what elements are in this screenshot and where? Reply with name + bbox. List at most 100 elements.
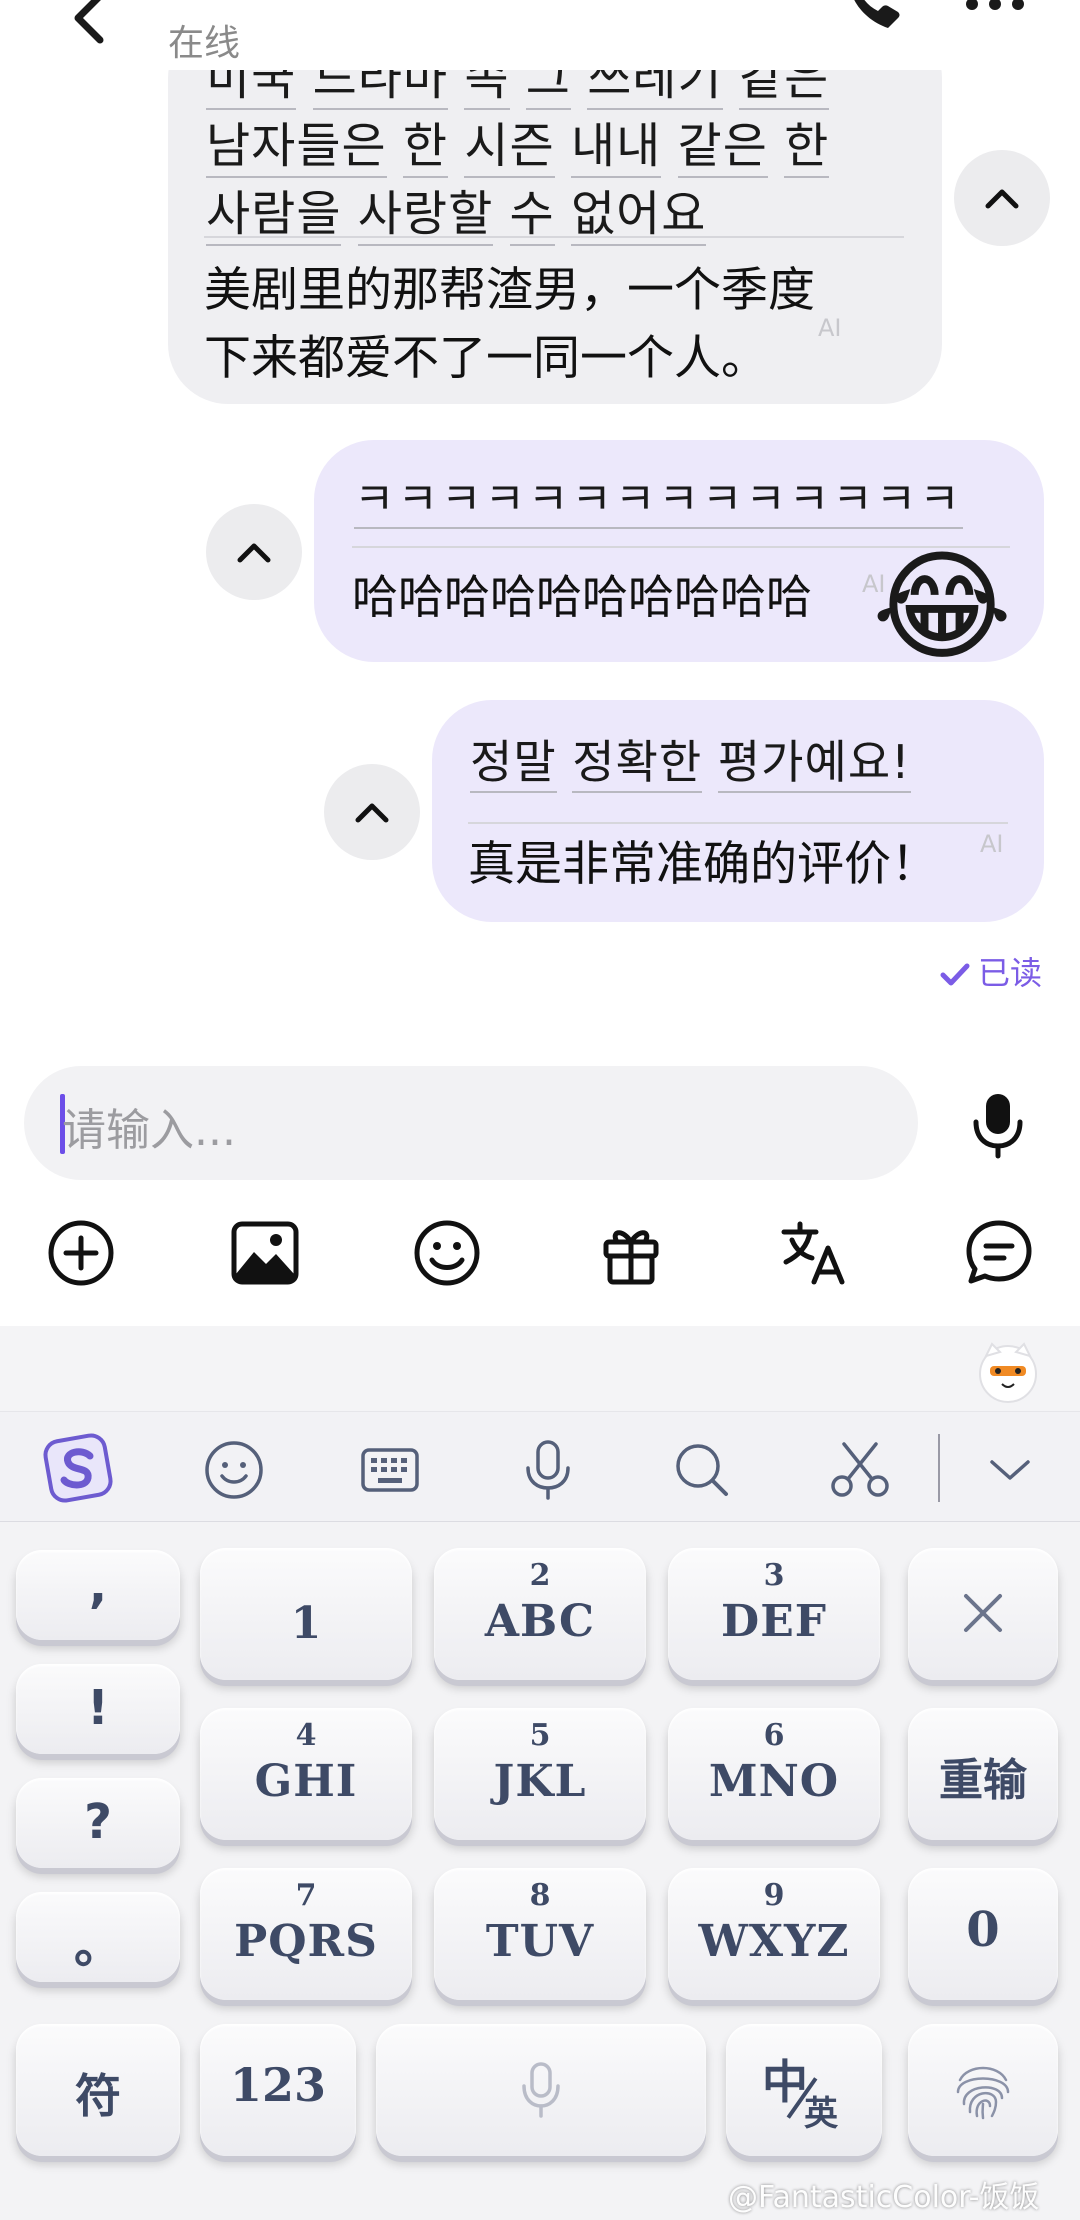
quick-reply-icon[interactable] [964,1218,1034,1288]
ai-tag: AI [980,830,1004,858]
key-7[interactable]: 7 PQRS [200,1868,412,2000]
key-number: 6 [763,1718,785,1753]
key-label: 123 [229,2058,327,2112]
collapse-translation-button[interactable] [954,150,1050,246]
emoji-icon[interactable] [412,1218,482,1288]
word[interactable]: 시즌 [464,118,555,178]
key-2[interactable]: 2 ABC [434,1548,646,1680]
collapse-translation-button[interactable] [206,504,302,600]
key-letters: ABC [484,1596,596,1647]
key-letters: GHI [254,1756,358,1807]
checkmark-icon [940,963,970,986]
key-label: 0 [966,1902,1000,1958]
search-icon[interactable] [670,1438,734,1502]
word[interactable]: ㅋㅋㅋㅋㅋㅋㅋㅋㅋㅋㅋㅋㅋㅋ [354,474,963,529]
key-letters: WXYZ [698,1916,850,1967]
translation-line: 哈哈哈哈哈哈哈哈哈哈 [352,570,812,624]
translation-line: 下来都爱不了一同一个人。 [204,331,768,386]
word[interactable]: 정확한 [572,735,703,793]
phone-icon[interactable] [840,0,910,44]
chevron-up-icon [237,543,271,563]
punct-key-question[interactable]: ? [16,1778,180,1868]
numbers-key[interactable]: 123 [200,2024,356,2156]
watermark: @FantasticColor-饭饭 [728,2180,1040,2215]
key-letters: PQRS [234,1916,378,1967]
key-label: 1 [290,1598,322,1649]
key-letters: DEF [721,1596,827,1647]
mic-icon[interactable] [516,1438,580,1502]
key-number: 5 [529,1718,551,1753]
key-number: 9 [763,1878,785,1913]
word[interactable]: 한 [784,118,830,178]
emoji-icon[interactable] [202,1438,266,1502]
word[interactable]: 평가예요! [717,735,911,793]
word[interactable]: 같은 [677,118,768,178]
read-receipt-label: 已读 [977,954,1042,992]
toolbar-divider [938,1434,940,1502]
lang-en-label: 英 [804,2094,838,2134]
key-label: , [88,1558,108,1614]
mic-icon [522,2062,560,2118]
key-label: 符 [75,2069,121,2123]
word[interactable]: 남자들은 [206,118,387,178]
collapse-translation-button[interactable] [324,764,420,860]
more-dots-icon[interactable] [960,0,1030,44]
word[interactable]: 한 [402,118,449,178]
key-1[interactable]: 1 [200,1548,412,1680]
chat-header: 在线 [0,0,1080,70]
gift-icon[interactable] [596,1218,666,1288]
keyboard-icon[interactable] [358,1438,422,1502]
mic-icon[interactable] [966,1090,1030,1160]
word[interactable]: 정말 [470,735,557,793]
key-label: ! [87,1680,109,1736]
keyboard-candidate-strip [0,1326,1080,1412]
chevron-left-icon[interactable] [60,0,120,50]
punct-key-exclamation[interactable]: ! [16,1664,180,1754]
keyboard-toolbar [0,1412,1080,1522]
message-bubble-sent[interactable]: 정말 정확한 평가예요! 真是非常准确的评价！ AI [432,700,1044,922]
key-letters: MNO [708,1756,840,1807]
sogou-logo-icon[interactable] [42,1432,114,1504]
word[interactable]: 내내 [570,118,662,178]
fingerprint-key[interactable] [908,2024,1058,2156]
key-6[interactable]: 6 MNO [668,1708,880,1840]
translate-icon[interactable] [780,1218,850,1288]
key-0[interactable]: 0 [908,1868,1058,2000]
key-label: 。 [73,1918,122,1974]
key-8[interactable]: 8 TUV [434,1868,646,2000]
key-5[interactable]: 5 JKL [434,1708,646,1840]
message-input[interactable]: 请输入... [24,1066,918,1180]
key-number: 7 [295,1878,317,1913]
fingerprint-icon [956,2066,1010,2120]
key-number: 4 [295,1718,317,1753]
space-key[interactable] [376,2024,706,2156]
punct-key-comma[interactable]: , [16,1550,180,1640]
original-text: ㅋㅋㅋㅋㅋㅋㅋㅋㅋㅋㅋㅋㅋㅋ [354,466,963,534]
sticker-laughing-emoji: 😂 [872,538,1013,677]
key-3[interactable]: 3 DEF [668,1548,880,1680]
add-icon[interactable] [46,1218,116,1288]
chevron-up-icon [355,803,389,823]
scissors-icon[interactable] [828,1438,892,1502]
backspace-key[interactable] [908,1548,1058,1680]
language-switch-key[interactable]: 中 英 [726,2024,882,2156]
online-status: 在线 [168,23,241,64]
key-letters: TUV [485,1916,595,1967]
translation-divider [204,236,904,238]
symbols-key[interactable]: 符 [16,2024,180,2156]
translation-line: 美剧里的那帮渣男，一个季度 [204,263,815,318]
chevron-down-icon[interactable] [978,1438,1042,1502]
image-icon[interactable] [230,1218,300,1288]
mascot-icon[interactable] [976,1340,1040,1404]
reenter-key[interactable]: 重输 [908,1708,1058,1840]
key-letters: JKL [493,1756,587,1807]
key-number: 8 [529,1878,551,1913]
chevron-up-icon [985,189,1019,209]
original-text: 정말 정확한 평가예요! [470,728,911,796]
key-9[interactable]: 9 WXYZ [668,1868,880,2000]
punct-key-period[interactable]: 。 [16,1892,180,1982]
backspace-x-icon [964,1594,1002,1632]
message-bubble-received[interactable]: 미국 드라마 속 그 쓰레기 같은 남자들은 한 시즌 내내 같은 한 사람을 … [168,18,942,404]
key-4[interactable]: 4 GHI [200,1708,412,1840]
read-receipt: 已读 [940,948,1042,994]
